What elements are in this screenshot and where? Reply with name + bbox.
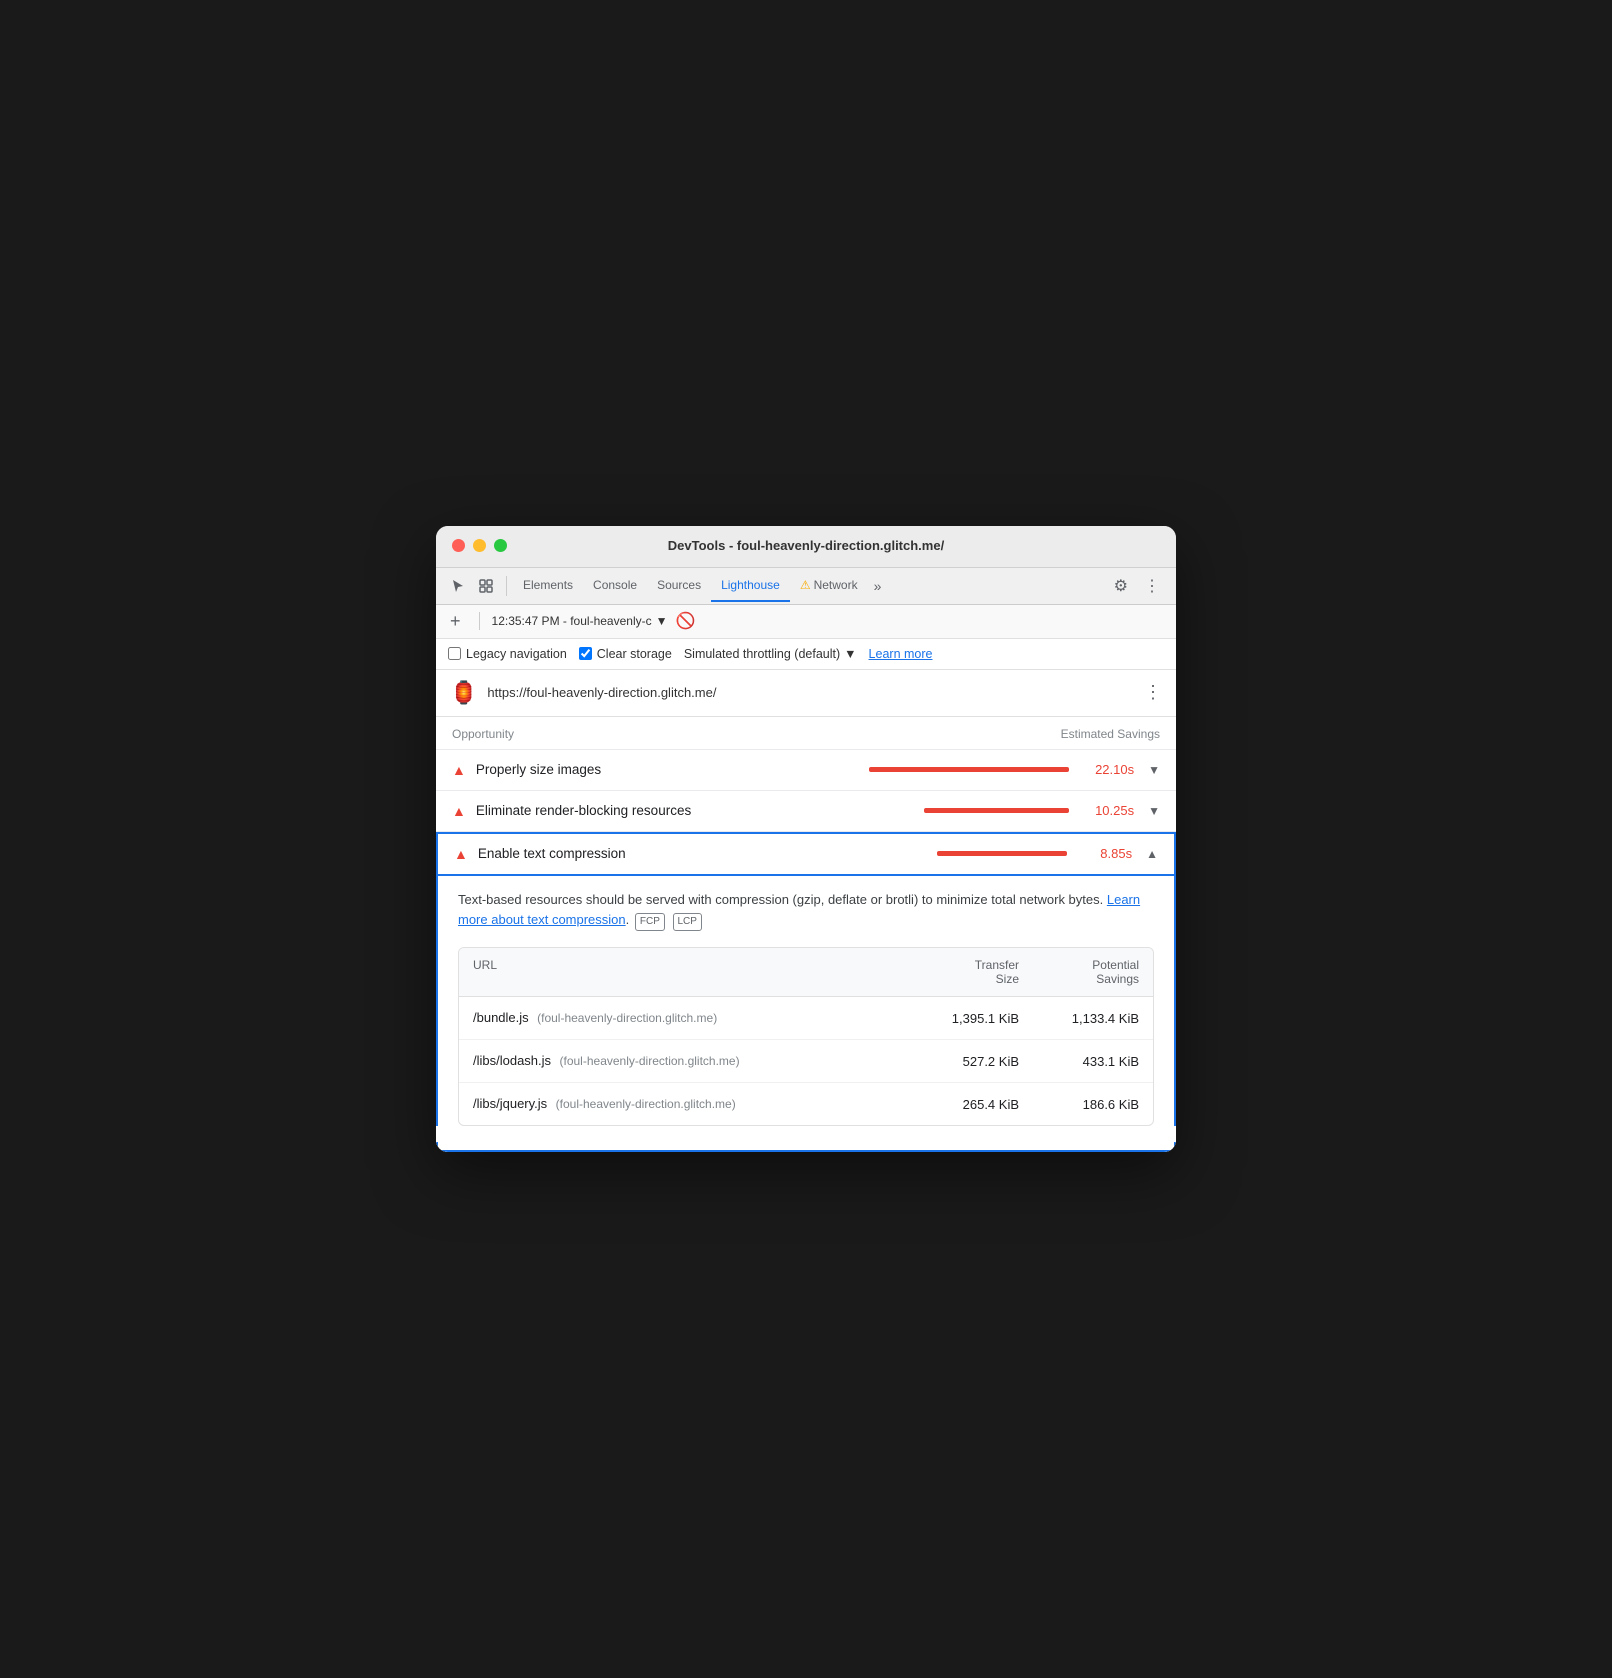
inspect-icon[interactable] bbox=[472, 570, 500, 602]
data-table: URL TransferSize PotentialSavings /bundl… bbox=[458, 947, 1154, 1126]
throttle-select[interactable]: Simulated throttling (default) ▼ bbox=[684, 647, 857, 661]
options-bar: Legacy navigation Clear storage Simulate… bbox=[436, 639, 1176, 670]
audit-row-enable-text-compression[interactable]: ▲ Enable text compression 8.85s ▲ bbox=[436, 832, 1176, 876]
row-url-3: /libs/jquery.js (foul-heavenly-direction… bbox=[473, 1095, 909, 1113]
warning-triangle-icon: ▲ bbox=[452, 762, 466, 778]
table-row: /libs/jquery.js (foul-heavenly-direction… bbox=[459, 1083, 1153, 1125]
chevron-down-icon-2: ▼ bbox=[1148, 804, 1160, 818]
window-title: DevTools - foul-heavenly-direction.glitc… bbox=[668, 538, 944, 553]
cursor-icon[interactable] bbox=[444, 570, 472, 602]
opportunity-label: Opportunity bbox=[452, 727, 514, 741]
warning-icon: ⚠ bbox=[800, 578, 811, 592]
more-options-button[interactable]: ⋮ bbox=[1136, 568, 1168, 604]
audit-time-1: 22.10s bbox=[1079, 762, 1134, 777]
audit-row-eliminate-render-blocking[interactable]: ▲ Eliminate render-blocking resources 10… bbox=[436, 791, 1176, 832]
col-header-url: URL bbox=[473, 958, 909, 986]
devtools-tabs: Elements Console Sources Lighthouse ⚠Net… bbox=[436, 568, 1176, 605]
title-bar: DevTools - foul-heavenly-direction.glitc… bbox=[436, 526, 1176, 568]
maximize-button[interactable] bbox=[494, 539, 507, 552]
tab-network[interactable]: ⚠Network bbox=[790, 570, 868, 602]
chevron-up-icon-3: ▲ bbox=[1146, 847, 1158, 861]
legacy-nav-input[interactable] bbox=[448, 647, 461, 660]
tab-divider bbox=[506, 576, 507, 596]
table-row: /bundle.js (foul-heavenly-direction.glit… bbox=[459, 997, 1153, 1040]
audit-bar-container-3 bbox=[937, 851, 1067, 856]
secondary-toolbar: + 12:35:47 PM - foul-heavenly-c ▼ 🚫 bbox=[436, 605, 1176, 639]
row-savings-2: 433.1 KiB bbox=[1019, 1054, 1139, 1069]
audit-time-2: 10.25s bbox=[1079, 803, 1134, 818]
url-more-button[interactable]: ⋮ bbox=[1144, 682, 1162, 703]
tab-elements[interactable]: Elements bbox=[513, 570, 583, 602]
row-transfer-size-2: 527.2 KiB bbox=[909, 1054, 1019, 1069]
legacy-nav-checkbox[interactable]: Legacy navigation bbox=[448, 647, 567, 661]
expanded-bottom-border bbox=[436, 1142, 1176, 1152]
add-recording-button[interactable]: + bbox=[444, 609, 467, 634]
audit-row-properly-size-images[interactable]: ▲ Properly size images 22.10s ▼ bbox=[436, 750, 1176, 791]
tab-console[interactable]: Console bbox=[583, 570, 647, 602]
table-row: /libs/lodash.js (foul-heavenly-direction… bbox=[459, 1040, 1153, 1083]
window-controls bbox=[452, 539, 507, 552]
col-header-transfer-size: TransferSize bbox=[909, 958, 1019, 986]
lighthouse-icon: 🏮 bbox=[450, 680, 477, 706]
toolbar-separator bbox=[479, 612, 480, 630]
learn-more-link[interactable]: Learn more bbox=[869, 647, 933, 661]
devtools-window: DevTools - foul-heavenly-direction.glitc… bbox=[436, 526, 1176, 1153]
row-savings-1: 1,133.4 KiB bbox=[1019, 1011, 1139, 1026]
opportunity-header: Opportunity Estimated Savings bbox=[436, 717, 1176, 750]
close-button[interactable] bbox=[452, 539, 465, 552]
warning-triangle-icon-2: ▲ bbox=[452, 803, 466, 819]
row-url-1: /bundle.js (foul-heavenly-direction.glit… bbox=[473, 1009, 909, 1027]
recording-select[interactable]: 12:35:47 PM - foul-heavenly-c ▼ bbox=[492, 614, 668, 628]
url-bar: 🏮 https://foul-heavenly-direction.glitch… bbox=[436, 670, 1176, 717]
row-url-2: /libs/lodash.js (foul-heavenly-direction… bbox=[473, 1052, 909, 1070]
audit-bar-3 bbox=[937, 851, 1067, 856]
row-transfer-size-3: 265.4 KiB bbox=[909, 1097, 1019, 1112]
audit-bar-2 bbox=[924, 808, 1069, 813]
lcp-badge: LCP bbox=[673, 913, 702, 931]
expanded-content: Text-based resources should be served wi… bbox=[436, 876, 1176, 1127]
estimated-savings-label: Estimated Savings bbox=[1061, 727, 1160, 741]
row-transfer-size-1: 1,395.1 KiB bbox=[909, 1011, 1019, 1026]
fcp-badge: FCP bbox=[635, 913, 665, 931]
audit-bar-1 bbox=[869, 767, 1069, 772]
more-tabs-button[interactable]: » bbox=[868, 570, 888, 602]
expanded-description: Text-based resources should be served wi… bbox=[458, 890, 1154, 932]
warning-triangle-icon-3: ▲ bbox=[454, 846, 468, 862]
settings-button[interactable]: ⚙ bbox=[1106, 568, 1136, 604]
col-header-savings: PotentialSavings bbox=[1019, 958, 1139, 986]
row-savings-3: 186.6 KiB bbox=[1019, 1097, 1139, 1112]
no-entry-icon[interactable]: 🚫 bbox=[676, 611, 696, 631]
audit-title-3: Enable text compression bbox=[478, 846, 927, 861]
audit-title-2: Eliminate render-blocking resources bbox=[476, 803, 914, 818]
table-header: URL TransferSize PotentialSavings bbox=[459, 948, 1153, 997]
url-display: https://foul-heavenly-direction.glitch.m… bbox=[487, 685, 1134, 700]
main-content: Opportunity Estimated Savings ▲ Properly… bbox=[436, 717, 1176, 1153]
clear-storage-input[interactable] bbox=[579, 647, 592, 660]
audit-time-3: 8.85s bbox=[1077, 846, 1132, 861]
audit-bar-container-1 bbox=[869, 767, 1069, 772]
audit-title-1: Properly size images bbox=[476, 762, 859, 777]
tab-lighthouse[interactable]: Lighthouse bbox=[711, 570, 790, 602]
chevron-down-icon-1: ▼ bbox=[1148, 763, 1160, 777]
tab-sources[interactable]: Sources bbox=[647, 570, 711, 602]
audit-bar-container-2 bbox=[924, 808, 1069, 813]
minimize-button[interactable] bbox=[473, 539, 486, 552]
clear-storage-checkbox[interactable]: Clear storage bbox=[579, 647, 672, 661]
